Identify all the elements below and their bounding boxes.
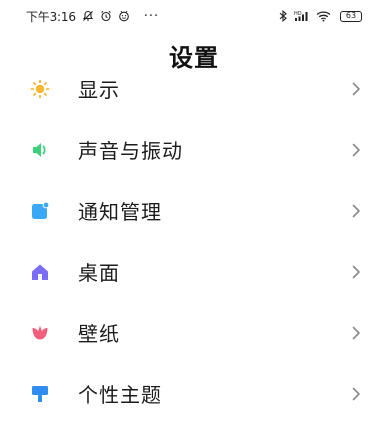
chevron-right-icon xyxy=(350,81,362,97)
chevron-right-icon xyxy=(350,203,362,219)
settings-item-label: 声音与振动 xyxy=(78,139,183,163)
home-icon xyxy=(30,262,50,282)
signal-icon: HD xyxy=(294,10,310,22)
speaker-icon xyxy=(30,140,50,160)
settings-item-notifications[interactable]: 通知管理 xyxy=(0,180,388,241)
notification-off-icon xyxy=(82,10,94,22)
settings-item-label: 桌面 xyxy=(78,261,120,285)
settings-item-sound-vibration[interactable]: 声音与振动 xyxy=(0,119,388,180)
status-time: 下午3:16 xyxy=(26,9,76,24)
sun-icon xyxy=(30,79,50,99)
alarm-icon xyxy=(100,10,112,22)
bluetooth-icon xyxy=(279,10,288,22)
notification-icon xyxy=(30,201,50,221)
status-bar: 下午3:16 ··· HD 63 xyxy=(0,0,388,32)
chevron-right-icon xyxy=(350,325,362,341)
settings-item-display[interactable]: 显示 xyxy=(0,58,388,119)
settings-item-label: 显示 xyxy=(78,78,120,102)
status-bar-left: 下午3:16 ··· xyxy=(26,8,159,25)
settings-item-home-screen[interactable]: 桌面 xyxy=(0,241,388,302)
paint-brush-icon xyxy=(30,384,50,404)
hd-badge: HD xyxy=(294,11,302,17)
settings-item-label: 通知管理 xyxy=(78,200,162,224)
more-status-dots: ··· xyxy=(143,8,160,24)
settings-item-wallpaper[interactable]: 壁纸 xyxy=(0,302,388,363)
battery-indicator: 63 xyxy=(340,10,362,22)
settings-item-themes[interactable]: 个性主题 xyxy=(0,363,388,424)
wifi-icon xyxy=(316,10,331,22)
chevron-right-icon xyxy=(350,386,362,402)
chevron-right-icon xyxy=(350,264,362,280)
status-bar-right: HD 63 xyxy=(279,10,362,22)
chevron-right-icon xyxy=(350,142,362,158)
tulip-icon xyxy=(30,323,50,343)
settings-list: 显示 声音与振动 通知管理 桌面 壁纸 个性主题 xyxy=(0,58,388,424)
settings-item-label: 个性主题 xyxy=(78,383,162,407)
smiley-icon xyxy=(118,10,130,22)
settings-item-label: 壁纸 xyxy=(78,322,120,346)
